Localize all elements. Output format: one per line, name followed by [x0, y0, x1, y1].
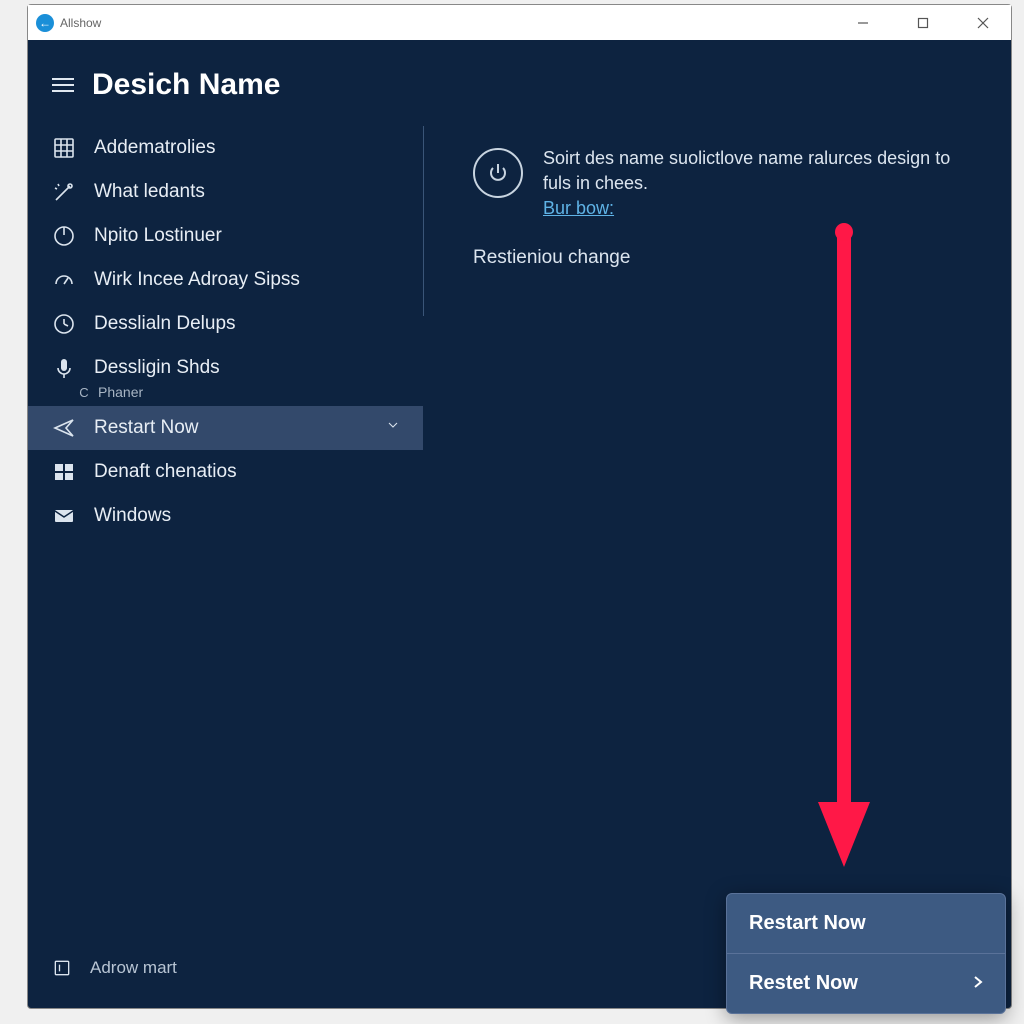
sidebar-item-denaft-chenatios[interactable]: Denaft chenatios — [28, 450, 423, 494]
sidebar-item-wirk-incee[interactable]: Wirk Incee Adroay Sipss — [28, 258, 423, 302]
sidebar-item-what-ledants[interactable]: What ledants — [28, 170, 423, 214]
minimize-button[interactable] — [843, 8, 883, 38]
sidebar-item-label: Denaft chenatios — [94, 461, 237, 483]
popup-restet-now[interactable]: Restet Now — [727, 954, 1005, 1013]
maximize-button[interactable] — [903, 8, 943, 38]
mic-icon — [52, 356, 76, 380]
header: Desich Name — [28, 40, 1011, 126]
sidebar-item-label: Wirk Incee Adroay Sipss — [94, 269, 300, 291]
refresh-icon: C — [76, 384, 92, 400]
clock-icon — [52, 312, 76, 336]
sidebar-item-restart-now[interactable]: Restart Now — [28, 406, 423, 450]
popup-item-label: Restet Now — [749, 972, 858, 995]
popup-item-label: Restart Now — [749, 912, 866, 935]
page-title: Desich Name — [92, 68, 280, 102]
wand-icon — [52, 180, 76, 204]
sidebar-item-label: Restart Now — [94, 417, 199, 439]
hamburger-icon[interactable] — [52, 78, 74, 92]
info-text-block: Soirt des name suolictlove name ralurces… — [543, 146, 971, 219]
app-icon — [52, 958, 72, 978]
power-small-icon — [52, 224, 76, 248]
info-row: Soirt des name suolictlove name ralurces… — [473, 146, 971, 219]
sidebar-item-label: What ledants — [94, 181, 205, 203]
back-icon[interactable] — [36, 14, 54, 32]
content-area: Desich Name Addematrolies What ledants — [28, 40, 1011, 1008]
sidebar-item-desslialn-delups[interactable]: Desslialn Delups — [28, 302, 423, 346]
sidebar-item-label: Addematrolies — [94, 137, 215, 159]
section-label: Restieniou change — [473, 247, 971, 269]
bottom-link-label: Adrow mart — [90, 958, 177, 978]
sidebar-item-npito-lostinuer[interactable]: Npito Lostinuer — [28, 214, 423, 258]
grid-icon — [52, 136, 76, 160]
gauge-icon — [52, 268, 76, 292]
restart-popup: Restart Now Restet Now — [726, 893, 1006, 1014]
sidebar: Addematrolies What ledants Npito Lostinu… — [28, 126, 423, 1008]
windows-icon — [52, 460, 76, 484]
popup-restart-now[interactable]: Restart Now — [727, 894, 1005, 954]
bottom-link[interactable]: Adrow mart — [52, 958, 177, 978]
app-window: Allshow Desich Name — [27, 4, 1012, 1009]
window-controls — [843, 8, 1003, 38]
sidebar-item-windows[interactable]: Windows — [28, 494, 423, 538]
info-link[interactable]: Bur bow: — [543, 198, 614, 219]
sidebar-item-label: Windows — [94, 505, 171, 527]
sidebar-item-label: Desslialn Delups — [94, 313, 236, 335]
sidebar-item-label: Npito Lostinuer — [94, 225, 222, 247]
sidebar-item-sublabel: C Phaner — [28, 384, 423, 400]
power-icon — [473, 148, 523, 198]
chevron-down-icon — [385, 417, 401, 439]
close-button[interactable] — [963, 8, 1003, 38]
titlebar: Allshow — [28, 5, 1011, 40]
mail-icon — [52, 504, 76, 528]
chevron-right-icon — [973, 972, 983, 995]
info-text: Soirt des name suolictlove name ralurces… — [543, 146, 971, 196]
titlebar-title: Allshow — [60, 16, 843, 30]
sidebar-item-label: Dessligin Shds — [94, 357, 220, 379]
body: Addematrolies What ledants Npito Lostinu… — [28, 126, 1011, 1008]
plane-icon — [52, 416, 76, 440]
main-panel: Soirt des name suolictlove name ralurces… — [423, 126, 1011, 1008]
sidebar-item-addematrolies[interactable]: Addematrolies — [28, 126, 423, 170]
